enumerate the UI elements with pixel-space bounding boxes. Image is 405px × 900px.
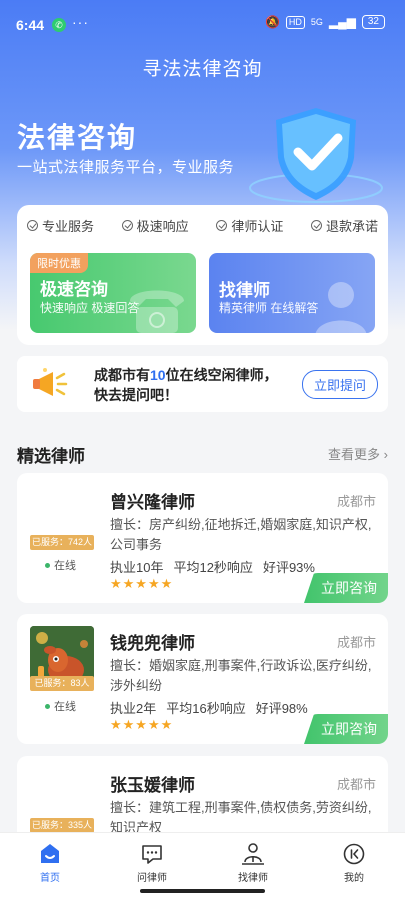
lawyer-specialty: 擅长：婚姻家庭,刑事案件,行政诉讼,医疗纠纷,涉外纠纷 (110, 658, 372, 693)
chat-icon (142, 845, 162, 864)
lawyer-specialty: 擅长：房产纠纷,征地拆迁,婚姻家庭,知识产权,公司事务 (110, 517, 372, 552)
check-circle-icon (27, 220, 38, 231)
person-icon (315, 282, 367, 333)
find-lawyer-title: 找律师 (219, 281, 270, 300)
hero-subtitle: 一站式法律服务平台，专业服务 (17, 159, 235, 176)
lawyer-response-time: 平均12秒响应 (173, 560, 253, 575)
served-count-badge: 已服务：83人 (30, 676, 94, 691)
view-more-link[interactable]: 查看更多 › (328, 444, 388, 463)
lawyer-card[interactable]: 已服务：742人 在线 曾兴隆律师 成都市 擅长：房产纠纷,征地拆迁,婚姻家庭,… (17, 473, 388, 603)
ask-now-button[interactable]: 立即提问 (301, 370, 378, 399)
check-circle-icon (121, 220, 133, 231)
megaphone-icon (33, 368, 68, 396)
profile-icon (343, 843, 365, 865)
feature-list: 专业服务 极速响应 律师认证 退款承诺 (27, 216, 378, 235)
chevron-right-icon: › (383, 447, 388, 462)
promo-banner: 成都市有10位在线空闲律师， 快去提问吧！ 立即提问 (17, 356, 388, 412)
lawyer-response-time: 平均16秒响应 (166, 701, 246, 716)
home-icon (41, 844, 59, 863)
online-status: 在线 (45, 698, 76, 714)
star-rating-icon: ★★★★★ (110, 576, 174, 591)
served-count-badge: 已服务：742人 (30, 535, 94, 550)
network-label: 5G (310, 17, 323, 27)
lawyer-name: 张玉媛律师 (110, 776, 195, 795)
online-dot-icon (45, 562, 50, 568)
battery-icon: 32 (361, 15, 385, 29)
tab-home[interactable]: 首页 (20, 841, 80, 884)
lawyer-city: 成都市 (336, 777, 376, 792)
call-icon: ✆ (52, 18, 66, 32)
lawyer-city: 成都市 (336, 494, 376, 509)
page-title: 寻法法律咨询 (142, 59, 263, 80)
hd-icon: HD (285, 15, 305, 29)
lawyer-name: 钱兜兜律师 (110, 634, 195, 653)
lawyer-stats: 执业10年 平均12秒响应 好评93% (110, 557, 325, 576)
online-lawyer-count: 10 (150, 367, 166, 383)
tab-find-lawyer[interactable]: 找律师 (223, 841, 283, 884)
lawyer-rating: 好评98% (255, 701, 308, 716)
lawyer-card[interactable]: 已服务：83人 在线 钱兜兜律师 成都市 擅长：婚姻家庭,刑事案件,行政诉讼,医… (17, 614, 388, 744)
tab-ask-lawyer[interactable]: 问律师 (122, 841, 182, 884)
find-lawyer-button[interactable]: 找律师 精英律师 在线解答 (209, 253, 375, 333)
signal-icon: ▂▄▆ (328, 15, 356, 29)
lawyer-experience: 执业10年 (110, 560, 164, 575)
consult-now-button[interactable]: 立即咨询 (304, 573, 388, 603)
check-circle-icon (216, 220, 228, 231)
status-time: 6:44 (16, 17, 45, 33)
status-bar: 6:44 ✆ ··· 🔕 HD 5G ▂▄▆ 32 (0, 0, 405, 50)
lawyer-experience: 执业2年 (110, 701, 157, 716)
quick-consult-title: 极速咨询 (40, 280, 108, 299)
feature-item: 退款承诺 (310, 216, 378, 235)
mute-icon: 🔕 (264, 15, 280, 29)
telephone-icon (130, 290, 184, 333)
lawyer-name: 曾兴隆律师 (110, 493, 195, 512)
more-notifications-icon: ··· (72, 14, 89, 30)
quick-consult-button[interactable]: 限时优惠 极速咨询 快速响应 极速回答 (30, 253, 196, 333)
find-lawyer-subtitle: 精英律师 在线解答 (219, 301, 319, 315)
lawyer-stats: 执业2年 平均16秒响应 好评98% (110, 698, 318, 717)
served-count-badge: 已服务：335人 (30, 818, 94, 833)
feature-item: 律师认证 (216, 216, 283, 235)
star-rating-icon: ★★★★★ (110, 717, 174, 732)
lawyer-city: 成都市 (336, 635, 376, 650)
online-dot-icon (45, 703, 50, 709)
lawyer-rating: 好评93% (262, 560, 315, 575)
feature-item: 极速响应 (121, 216, 189, 235)
shield-check-icon (249, 108, 383, 203)
services-card: 专业服务 极速响应 律师认证 退款承诺 限时优惠 极速咨询 快速响应 极速回答 … (17, 205, 388, 345)
feature-item: 专业服务 (27, 216, 94, 235)
check-circle-icon (310, 220, 322, 231)
home-indicator (140, 889, 265, 893)
consult-now-button[interactable]: 立即咨询 (304, 714, 388, 744)
hero-title: 法律咨询 (17, 122, 138, 153)
tab-profile[interactable]: 我的 (324, 841, 384, 884)
online-status: 在线 (45, 557, 76, 573)
discount-badge: 限时优惠 (30, 253, 88, 273)
promo-text: 成都市有10位在线空闲律师， 快去提问吧！ (94, 367, 278, 403)
section-title: 精选律师 (17, 447, 85, 466)
people-icon (242, 843, 264, 865)
